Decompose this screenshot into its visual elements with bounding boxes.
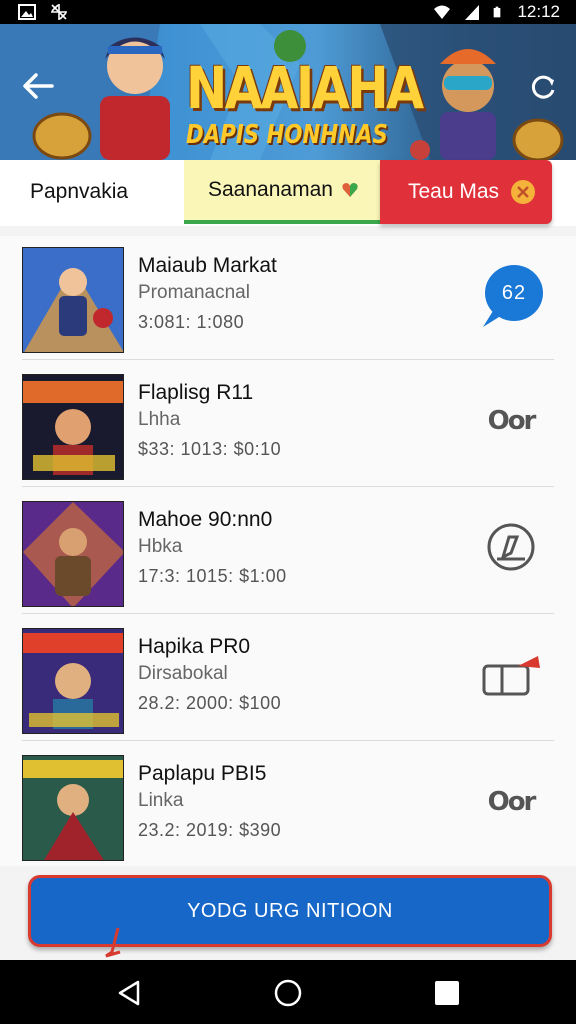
list-item[interactable]: Maiaub Markat Promanacnal 3:081: 1:080 6… bbox=[22, 236, 554, 360]
action-label: Oor bbox=[487, 787, 537, 817]
item-meta: 23.2: 2019: $390 bbox=[138, 820, 282, 840]
item-meta: 28.2: 2000: $100 bbox=[138, 693, 282, 713]
item-thumbnail bbox=[22, 628, 124, 734]
tab-papnvakia[interactable]: Papnvakia bbox=[0, 160, 184, 224]
banner-subtitle: DAPIS HONHNAS bbox=[186, 120, 388, 150]
badge-count: 62 bbox=[485, 265, 543, 321]
close-icon[interactable] bbox=[510, 179, 536, 205]
signal-icon bbox=[465, 5, 480, 20]
system-nav-bar bbox=[0, 960, 576, 1024]
tab-label: Papnvakia bbox=[30, 180, 129, 203]
action-label: Oor bbox=[487, 406, 537, 436]
nav-back-icon[interactable] bbox=[114, 978, 144, 1008]
item-title: Paplapu PBI5 bbox=[138, 762, 267, 785]
cta-area: YODG URG NITIOON bbox=[0, 866, 576, 960]
tab-saananaman[interactable]: Saananaman bbox=[184, 160, 380, 224]
tab-label: Saananaman bbox=[208, 178, 333, 201]
heart-icon bbox=[342, 183, 358, 197]
item-title: Mahoe 90:nn0 bbox=[138, 508, 273, 531]
item-thumbnail bbox=[22, 374, 124, 480]
item-action[interactable]: Oor bbox=[476, 391, 546, 451]
tab-bar: Papnvakia Saananaman Teau Mas bbox=[0, 160, 576, 226]
item-title: Flaplisg R11 bbox=[138, 381, 254, 404]
item-title: Maiaub Markat bbox=[138, 254, 277, 277]
pointer-mark-icon bbox=[105, 928, 121, 958]
cart-icon[interactable] bbox=[478, 650, 544, 700]
tab-teau-mas[interactable]: Teau Mas bbox=[380, 160, 552, 224]
item-subtitle: Dirsabokal bbox=[138, 663, 228, 684]
item-action[interactable]: Oor bbox=[476, 772, 546, 832]
item-list: Maiaub Markat Promanacnal 3:081: 1:080 6… bbox=[0, 236, 576, 868]
list-item[interactable]: Hapika PR0 Dirsabokal 28.2: 2000: $100 bbox=[22, 617, 554, 741]
item-subtitle: Lhha bbox=[138, 409, 181, 430]
edit-icon[interactable] bbox=[483, 523, 539, 573]
item-action[interactable]: 62 bbox=[476, 264, 546, 327]
cta-label: YODG URG NITIOON bbox=[187, 899, 393, 922]
refresh-icon[interactable] bbox=[528, 72, 558, 102]
nav-home-icon[interactable] bbox=[273, 978, 303, 1008]
battery-icon bbox=[494, 6, 501, 18]
app-icon bbox=[51, 4, 67, 20]
back-arrow-icon[interactable] bbox=[20, 70, 56, 102]
list-item[interactable]: Paplapu PBI5 Linka 23.2: 2019: $390 Oor bbox=[22, 744, 554, 868]
item-thumbnail bbox=[22, 247, 124, 353]
item-subtitle: Hbka bbox=[138, 536, 183, 557]
banner-title: NAAIAHA bbox=[186, 54, 424, 122]
wifi-icon bbox=[434, 5, 451, 19]
list-item[interactable]: Mahoe 90:nn0 Hbka 17:3: 1015: $1:00 bbox=[22, 490, 554, 614]
item-thumbnail bbox=[22, 501, 124, 607]
hero-banner: NAAIAHA DAPIS HONHNAS bbox=[0, 24, 576, 160]
item-meta: 3:081: 1:080 bbox=[138, 312, 245, 332]
gallery-icon bbox=[18, 4, 36, 20]
status-bar: 12:12 bbox=[0, 0, 576, 24]
item-thumbnail bbox=[22, 755, 124, 861]
nav-recents-icon[interactable] bbox=[432, 978, 462, 1008]
item-action[interactable] bbox=[476, 645, 546, 705]
item-meta: $33: 1013: $0:10 bbox=[138, 439, 282, 459]
item-subtitle: Linka bbox=[138, 790, 184, 811]
item-title: Hapika PR0 bbox=[138, 635, 251, 658]
status-time: 12:12 bbox=[517, 2, 560, 21]
tab-label: Teau Mas bbox=[408, 180, 500, 203]
list-item[interactable]: Flaplisg R11 Lhha $33: 1013: $0:10 Oor bbox=[22, 363, 554, 487]
item-action[interactable] bbox=[476, 518, 546, 578]
item-subtitle: Promanacnal bbox=[138, 282, 250, 303]
chat-badge-icon[interactable]: 62 bbox=[479, 265, 543, 327]
item-meta: 17:3: 1015: $1:00 bbox=[138, 566, 287, 586]
